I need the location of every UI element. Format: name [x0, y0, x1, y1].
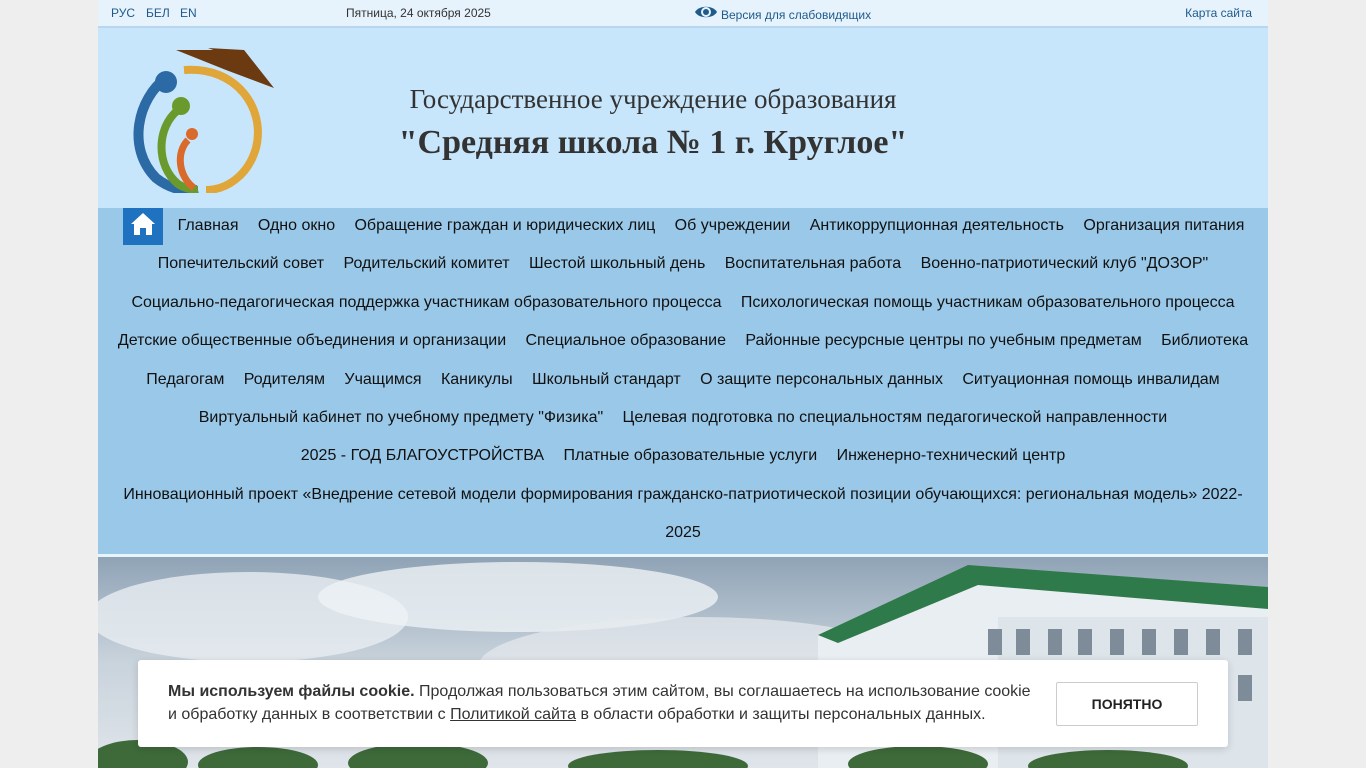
- school-logo[interactable]: [126, 48, 276, 196]
- nav-item[interactable]: Детские общественные объединения и орган…: [118, 332, 506, 350]
- nav-item[interactable]: Организация питания: [1083, 217, 1244, 235]
- nav-row: Попечительский совет Родительский комитет…: [98, 255, 1268, 273]
- low-vision-label: Версия для слабовидящих: [721, 8, 872, 22]
- sitemap-link[interactable]: Карта сайта: [1185, 6, 1252, 20]
- nav-item[interactable]: Педагогам: [146, 371, 224, 389]
- nav-item[interactable]: 2025: [665, 524, 701, 542]
- page-container: РУС БЕЛ EN Пятница, 24 октября 2025 Верс…: [98, 0, 1268, 768]
- privacy-policy-link[interactable]: Политикой сайта: [450, 706, 576, 723]
- school-name: "Средняя школа № 1 г. Круглое": [398, 124, 908, 161]
- current-date: Пятница, 24 октября 2025: [346, 6, 491, 20]
- nav-row: Педагогам Родителям Учащимся Каникулы Школьн…: [98, 371, 1268, 389]
- nav-row: Детские общественные объединения и орган…: [98, 332, 1268, 350]
- nav-item[interactable]: О защите персональных данных: [700, 371, 943, 389]
- cookie-title: Мы используем файлы cookie.: [168, 683, 415, 700]
- nav-row: 2025 - ГОД БЛАГОУСТРОЙСТВА Платные образо…: [98, 447, 1268, 465]
- nav-row: 2025: [98, 524, 1268, 542]
- cookie-text-2: в области обработки и защиты персональны…: [576, 706, 986, 723]
- nav-item[interactable]: Виртуальный кабинет по учебному предмету…: [199, 409, 603, 427]
- top-bar: РУС БЕЛ EN Пятница, 24 октября 2025 Верс…: [98, 0, 1268, 28]
- cookie-banner: Мы используем файлы cookie. Продолжая по…: [138, 660, 1228, 747]
- cookie-message: Мы используем файлы cookie. Продолжая по…: [168, 680, 1043, 726]
- nav-item[interactable]: Социально-педагогическая поддержка участ…: [131, 294, 721, 312]
- nav-item[interactable]: Специальное образование: [526, 332, 727, 350]
- cookie-accept-button[interactable]: ПОНЯТНО: [1056, 682, 1198, 726]
- nav-row: Социально-педагогическая поддержка участ…: [98, 294, 1268, 312]
- nav-item[interactable]: Инновационный проект «Внедрение сетевой …: [123, 486, 1242, 504]
- nav-item[interactable]: Шестой школьный день: [529, 255, 705, 273]
- nav-item[interactable]: Одно окно: [258, 217, 335, 235]
- nav-row: Главная Одно окно Обращение граждан и юрид…: [98, 217, 1268, 235]
- lang-ru-link[interactable]: РУС: [111, 6, 135, 20]
- nav-item[interactable]: Инженерно-технический центр: [837, 447, 1066, 465]
- nav-item[interactable]: Родительский комитет: [343, 255, 509, 273]
- lang-be-link[interactable]: БЕЛ: [146, 6, 170, 20]
- nav-item[interactable]: Воспитательная работа: [725, 255, 901, 273]
- nav-item[interactable]: Родителям: [244, 371, 325, 389]
- nav-item[interactable]: Попечительский совет: [158, 255, 324, 273]
- nav-item[interactable]: Каникулы: [441, 371, 513, 389]
- nav-item[interactable]: 2025 - ГОД БЛАГОУСТРОЙСТВА: [301, 447, 544, 465]
- nav-item[interactable]: Антикоррупционная деятельность: [810, 217, 1064, 235]
- nav-item[interactable]: Целевая подготовка по специальностям пед…: [623, 409, 1168, 427]
- main-navigation: Главная Одно окно Обращение граждан и юрид…: [98, 208, 1268, 554]
- nav-item[interactable]: Учащимся: [344, 371, 421, 389]
- nav-item[interactable]: Районные ресурсные центры по учебным пре…: [745, 332, 1141, 350]
- nav-item[interactable]: Об учреждении: [675, 217, 791, 235]
- nav-item[interactable]: Психологическая помощь участникам образо…: [741, 294, 1235, 312]
- nav-item[interactable]: Военно-патриотический клуб "ДОЗОР": [921, 255, 1209, 273]
- nav-item[interactable]: Ситуационная помощь инвалидам: [962, 371, 1219, 389]
- eye-icon: [694, 3, 718, 24]
- nav-item[interactable]: Главная: [178, 217, 239, 235]
- nav-row: Виртуальный кабинет по учебному предмету…: [98, 409, 1268, 427]
- nav-item[interactable]: Библиотека: [1161, 332, 1248, 350]
- nav-item[interactable]: Платные образовательные услуги: [563, 447, 817, 465]
- nav-item[interactable]: Обращение граждан и юридических лиц: [354, 217, 655, 235]
- nav-row: Инновационный проект «Внедрение сетевой …: [98, 486, 1268, 504]
- site-header: Государственное учреждение образования "…: [98, 28, 1268, 208]
- lang-en-link[interactable]: EN: [180, 6, 197, 20]
- institution-type: Государственное учреждение образования: [409, 84, 897, 114]
- low-vision-link[interactable]: Версия для слабовидящих: [694, 3, 871, 24]
- nav-item[interactable]: Школьный стандарт: [532, 371, 681, 389]
